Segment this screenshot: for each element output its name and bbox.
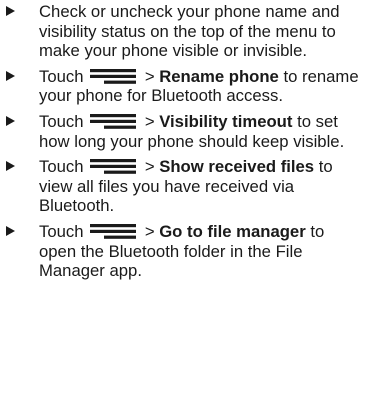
menu-icon — [90, 159, 137, 174]
menu-option-label: Show received files — [159, 157, 315, 177]
bullet-arrow-icon — [6, 6, 15, 16]
bullet-arrow-icon — [6, 225, 15, 236]
menu-option-label: Rename phone — [159, 66, 279, 86]
separator: > — [144, 157, 155, 177]
bullet-arrow-icon — [6, 161, 15, 172]
menu-option-label: Visibility timeout — [159, 111, 293, 131]
bullet-item-go-to-file-manager: Touch > Go to file manager to open the B… — [0, 222, 372, 281]
separator: > — [144, 111, 155, 131]
menu-icon — [90, 113, 137, 129]
touch-word: Touch — [39, 157, 84, 177]
touch-word: Touch — [39, 111, 84, 131]
instruction-document: Check or uncheck your phone name and vis… — [0, 0, 372, 397]
bullet-item-visibility: Check or uncheck your phone name and vis… — [0, 0, 372, 61]
menu-option-label: Go to file manager — [159, 221, 306, 241]
touch-word: Touch — [39, 221, 84, 241]
menu-icon — [90, 68, 137, 84]
bullet-text: Check or uncheck your phone name and vis… — [39, 2, 340, 61]
bullet-arrow-icon — [6, 115, 15, 126]
bullet-item-show-received-files: Touch > Show received files to view all … — [0, 157, 372, 216]
bullet-list: Check or uncheck your phone name and vis… — [0, 0, 372, 281]
separator: > — [144, 221, 155, 241]
bullet-item-visibility-timeout: Touch > Visibility timeout to set how lo… — [0, 112, 372, 151]
menu-icon — [90, 223, 137, 239]
touch-word: Touch — [39, 66, 84, 86]
bullet-arrow-icon — [6, 70, 15, 81]
separator: > — [144, 66, 155, 86]
bullet-item-rename-phone: Touch > Rename phone to rename your phon… — [0, 67, 372, 106]
